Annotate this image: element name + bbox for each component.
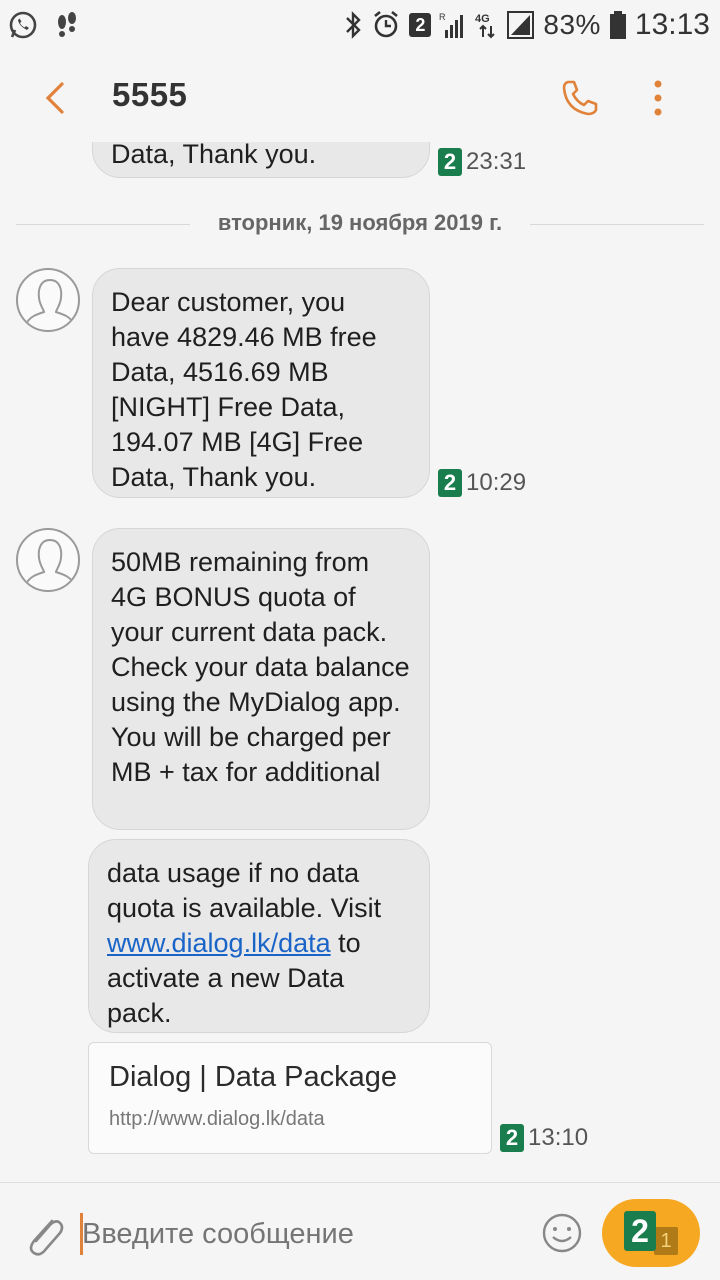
alarm-icon	[374, 10, 399, 38]
back-arrow-icon[interactable]	[38, 78, 74, 118]
sim-indicator: 2	[500, 1124, 524, 1152]
signal-icon: R	[439, 12, 464, 38]
svg-text:R: R	[439, 12, 446, 22]
message-text: Data, Thank you.	[111, 142, 317, 169]
signal-icon-2	[507, 11, 535, 39]
message-time: 13:10	[528, 1124, 589, 1151]
send-sim-secondary: 1	[654, 1227, 678, 1255]
footsteps-icon	[58, 12, 76, 37]
date-separator: вторник, 19 ноября 2019 г.	[16, 204, 704, 244]
app-bar: 5555	[0, 50, 720, 142]
message-time: 23:31	[466, 148, 527, 175]
message-text: Dear customer, you have 4829.46 MB free …	[111, 287, 377, 492]
message-text: data usage if no data quota is available…	[107, 858, 382, 923]
avatar[interactable]	[16, 268, 80, 332]
svg-text:4G: 4G	[475, 13, 490, 25]
status-time: 13:13	[634, 8, 710, 41]
message-bubble[interactable]: Dear customer, you have 4829.46 MB free …	[92, 268, 430, 498]
avatar[interactable]	[16, 528, 80, 592]
message-meta: 2 10:29	[438, 469, 526, 497]
link-preview-card[interactable]: Dialog | Data Package http://www.dialog.…	[88, 1042, 492, 1154]
conversation-title: 5555	[112, 76, 188, 113]
message-bubble[interactable]: Data, Thank you.	[92, 142, 430, 178]
bluetooth-icon	[346, 11, 362, 39]
battery-icon	[609, 11, 626, 39]
send-sim-primary: 2	[624, 1211, 656, 1251]
text-cursor	[80, 1213, 83, 1255]
sim-badge: 2	[409, 13, 432, 37]
send-button[interactable]: 1 2	[602, 1199, 700, 1267]
emoji-icon[interactable]	[540, 1211, 584, 1255]
battery-percent: 83%	[543, 9, 601, 40]
message-thread[interactable]: Data, Thank you. 2 23:31 вторник, 19 ноя…	[0, 142, 720, 1182]
attach-icon[interactable]	[22, 1211, 66, 1259]
link-preview-url: http://www.dialog.lk/data	[109, 1108, 325, 1130]
message-input[interactable]	[80, 1213, 520, 1255]
sim-indicator: 2	[438, 148, 462, 176]
link-preview-title: Dialog | Data Package	[109, 1061, 398, 1093]
person-icon	[25, 539, 75, 585]
more-options-icon[interactable]	[648, 76, 668, 120]
composer-bar: 1 2	[0, 1182, 720, 1280]
whatsapp-icon	[9, 11, 37, 39]
message-meta: 2 13:10	[500, 1124, 588, 1152]
4g-icon: 4G	[475, 13, 496, 39]
message-time: 10:29	[466, 469, 527, 496]
person-icon	[25, 279, 75, 325]
message-text: 50MB remaining from 4G BONUS quota of yo…	[111, 547, 410, 787]
message-link[interactable]: www.dialog.lk/data	[107, 928, 331, 958]
date-separator-text: вторник, 19 ноября 2019 г.	[203, 210, 517, 235]
phone-icon[interactable]	[558, 76, 602, 120]
sim-indicator: 2	[438, 469, 462, 497]
status-bar: 2 R 4G 83% 13:13	[0, 0, 720, 50]
message-bubble[interactable]: 50MB remaining from 4G BONUS quota of yo…	[92, 528, 430, 830]
message-meta: 2 23:31	[438, 148, 526, 176]
message-bubble[interactable]: data usage if no data quota is available…	[88, 839, 430, 1033]
